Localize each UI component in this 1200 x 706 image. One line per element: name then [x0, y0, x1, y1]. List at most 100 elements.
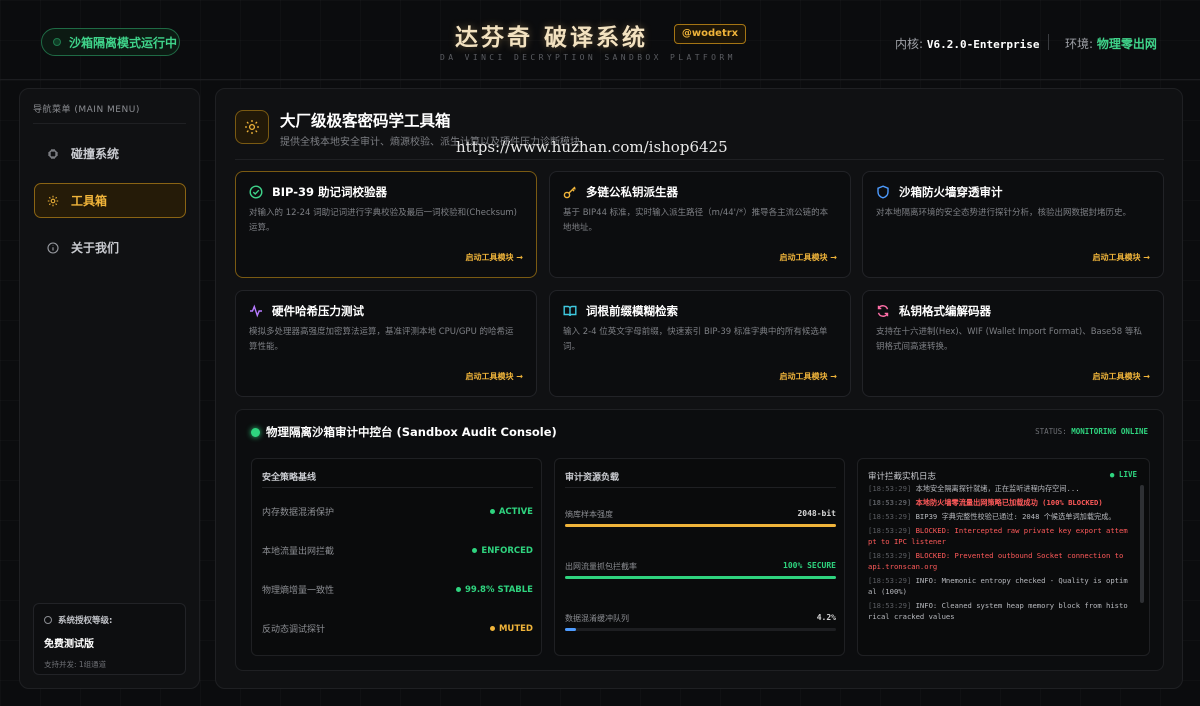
panel-title: 审计资源负载 [565, 473, 620, 483]
environment-info: 环境: 物理零出网 [1065, 37, 1157, 51]
tool-name: BIP-39 助记词校验器 [272, 185, 388, 199]
panel-divider [262, 487, 533, 488]
log-timestamp: [18:53:29] [868, 576, 916, 585]
tool-description: 对本地隔离环境的安全态势进行探针分析，核验出网数据封堵历史。 [876, 208, 1132, 218]
tool-description: 基于 BIP44 标准，实时输入派生路径（m/44'/*）推导各主流公链的本地地… [563, 208, 829, 233]
progress-fill [565, 524, 836, 527]
sidebar-item-label: 工具箱 [71, 194, 108, 208]
log-timestamp: [18:53:29] [868, 526, 916, 535]
refresh-icon [876, 304, 890, 318]
log-timestamp: [18:53:29] [868, 551, 916, 560]
panel-title: 安全策略基线 [262, 473, 317, 483]
log-timestamp: [18:53:29] [868, 512, 916, 521]
license-card: 系统授权等级: 免费测试版 支持并发: 1组通道 [33, 603, 186, 675]
sidebar-item-about[interactable]: 关于我们 [34, 230, 186, 265]
app-title: 达芬奇 破译系统 [455, 24, 649, 51]
policy-value: ACTIVE [489, 507, 533, 517]
policy-value: 99.8% STABLE [456, 585, 533, 595]
audit-log-panel: 审计拦截实机日志 ● LIVE [18:53:29] 本地安全隔离探针就绪，正在… [857, 458, 1150, 656]
log-message: 本地安全隔离探针就绪，正在监听进程内存空间... [915, 484, 1080, 493]
progress-bar [565, 576, 836, 579]
launch-tool-link[interactable]: 启动工具模块 → [1093, 252, 1151, 263]
sidebar-item-label: 关于我们 [71, 241, 120, 255]
load-value: 100% SECURE [783, 561, 836, 570]
sandbox-status-text: 沙箱隔离模式运行中 [69, 35, 178, 50]
launch-tool-link[interactable]: 启动工具模块 → [466, 371, 524, 382]
tool-description: 对输入的 12-24 词助记词进行字典校验及最后一词校验和(Checksum)运… [249, 208, 517, 233]
sidebar-item-toolbox[interactable]: 工具箱 [34, 183, 186, 218]
main-divider [235, 159, 1164, 160]
status-dot-icon [251, 428, 260, 437]
sidebar-item-collision[interactable]: 碰撞系统 [34, 136, 186, 171]
license-label: 系统授权等级: [44, 614, 175, 626]
panel-divider [565, 487, 836, 488]
app-header: 沙箱隔离模式运行中 达芬奇 破译系统 @wodetrx DA VINCI DEC… [0, 0, 1200, 80]
load-label: 熵库样本强度 [565, 510, 613, 519]
launch-tool-link[interactable]: 启动工具模块 → [1093, 371, 1151, 382]
pulse-icon [249, 304, 263, 318]
console-status: STATUS: MONITORING ONLINE [1035, 427, 1148, 436]
page-title: 大厂级极客密码学工具箱 [280, 112, 451, 130]
sidebar-divider [33, 123, 186, 124]
log-list[interactable]: [18:53:29] 本地安全隔离探针就绪，正在监听进程内存空间... [18:5… [868, 483, 1130, 651]
tool-description: 输入 2-4 位英文字母前缀，快速索引 BIP-39 标准字典中的所有候选单词。 [563, 327, 828, 352]
tool-name: 词根前缀模糊检索 [586, 304, 678, 318]
tool-name: 私钥格式编解码器 [899, 304, 991, 318]
chip-icon [47, 148, 59, 160]
policy-panel: 安全策略基线 内存数据混淆保护 ACTIVE 本地流量出网拦截 ENFORCED… [251, 458, 542, 656]
license-circle-icon [44, 616, 52, 624]
brand-tag[interactable]: @wodetrx [674, 24, 746, 44]
tool-name: 硬件哈希压力测试 [272, 304, 364, 318]
info-icon [47, 241, 59, 254]
log-line: [18:53:29] INFO: Mnemonic entropy checke… [868, 575, 1130, 597]
log-line: [18:53:29] INFO: Cleaned system heap mem… [868, 600, 1130, 622]
policy-label: 内存数据混淆保护 [262, 508, 335, 518]
launch-tool-link[interactable]: 启动工具模块 → [780, 252, 838, 263]
status-dot-icon [53, 38, 61, 46]
sandbox-status-badge: 沙箱隔离模式运行中 [41, 28, 180, 56]
log-line: [18:53:29] 本地安全隔离探针就绪，正在监听进程内存空间... [868, 483, 1130, 494]
log-timestamp: [18:53:29] [868, 601, 916, 610]
sidebar-item-label: 碰撞系统 [71, 147, 120, 161]
policy-label: 物理熵增量一致性 [262, 586, 335, 596]
launch-tool-link[interactable]: 启动工具模块 → [780, 371, 838, 382]
log-message: BIP39 字典完整性校验已通过: 2048 个候选单词加载完成。 [915, 512, 1116, 521]
tool-name: 多链公私钥派生器 [586, 185, 678, 199]
log-scrollbar[interactable] [1140, 485, 1144, 603]
tool-card-hash-stress[interactable]: 硬件哈希压力测试 模拟多处理器高强度加密算法运算，基准评测本地 CPU/GPU … [235, 290, 537, 397]
sidebar: 导航菜单 (MAIN MENU) 碰撞系统 工具箱 关于我们 系统授权等级: 免… [19, 88, 200, 689]
tool-card-firewall-audit[interactable]: 沙箱防火墙穿透审计 对本地隔离环境的安全态势进行探针分析，核验出网数据封堵历史。… [862, 171, 1164, 278]
load-value: 2048-bit [797, 509, 836, 518]
log-timestamp: [18:53:29] [868, 484, 916, 493]
load-label: 出网流量抓包拦截率 [565, 562, 637, 571]
load-row: 数据混淆缓冲队列 4.2% [565, 613, 836, 631]
log-message: 本地防火墙零流量出网策略已加载成功 (100% BLOCKED) [915, 498, 1103, 507]
tool-card-key-codec[interactable]: 私钥格式编解码器 支持在十六进制(Hex)、WIF (Wallet Import… [862, 290, 1164, 397]
policy-value: MUTED [489, 624, 533, 634]
policy-value: ENFORCED [472, 546, 533, 556]
tool-card-bip39[interactable]: BIP-39 助记词校验器 对输入的 12-24 词助记词进行字典校验及最后一词… [235, 171, 537, 278]
policy-label: 本地流量出网拦截 [262, 547, 335, 557]
tool-card-key-derivation[interactable]: 多链公私钥派生器 基于 BIP44 标准，实时输入派生路径（m/44'/*）推导… [549, 171, 851, 278]
policy-row: 内存数据混淆保护 ACTIVE [262, 505, 533, 519]
progress-fill [565, 628, 577, 631]
progress-fill [565, 576, 836, 579]
check-circle-icon [249, 185, 263, 199]
policy-row: 物理熵增量一致性 99.8% STABLE [262, 583, 533, 597]
tool-description: 支持在十六进制(Hex)、WIF (Wallet Import Format)、… [876, 327, 1142, 352]
load-value: 4.2% [816, 613, 836, 622]
launch-tool-link[interactable]: 启动工具模块 → [466, 252, 524, 263]
policy-row: 反动态调试探针 MUTED [262, 622, 533, 636]
book-icon [563, 304, 577, 318]
policy-label: 反动态调试探针 [262, 625, 326, 635]
log-line: [18:53:29] BIP39 字典完整性校验已通过: 2048 个候选单词加… [868, 511, 1130, 522]
policy-row: 本地流量出网拦截 ENFORCED [262, 544, 533, 558]
console-title: 物理隔离沙箱审计中控台 (Sandbox Audit Console) [266, 425, 557, 439]
header-divider [1048, 34, 1049, 50]
load-label: 数据混淆缓冲队列 [565, 614, 629, 623]
tool-card-prefix-search[interactable]: 词根前缀模糊检索 输入 2-4 位英文字母前缀，快速索引 BIP-39 标准字典… [549, 290, 851, 397]
main-panel: 大厂级极客密码学工具箱 提供全栈本地安全审计、熵源校验、派生计算以及硬件压力诊断… [215, 88, 1183, 689]
gear-icon [47, 195, 59, 207]
key-icon [563, 185, 577, 199]
tool-description: 模拟多处理器高强度加密算法运算，基准评测本地 CPU/GPU 的哈希运算性能。 [249, 327, 514, 352]
